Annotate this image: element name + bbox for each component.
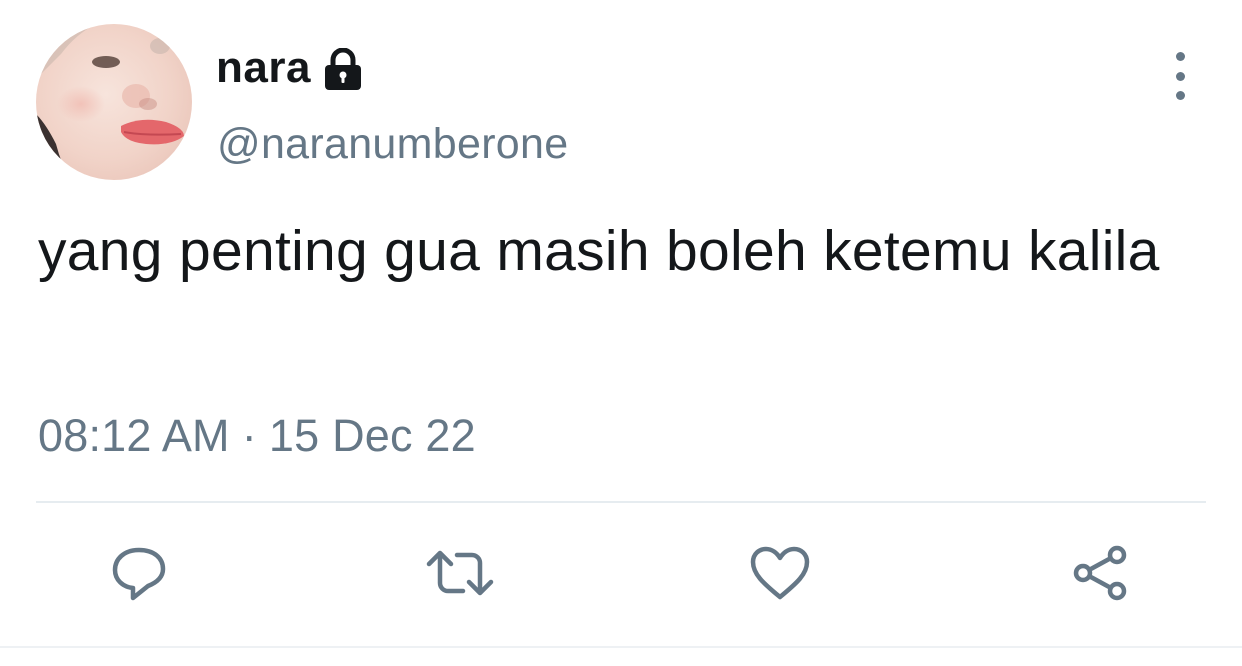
reply-icon <box>112 547 166 601</box>
display-name-row: nara <box>216 38 363 98</box>
tweet-date: 15 Dec 22 <box>268 410 476 461</box>
lock-icon <box>324 48 361 90</box>
tweet-text: yang penting gua masih boleh ketemu kali… <box>38 219 1160 283</box>
retweet-icon <box>426 550 494 596</box>
share-button[interactable] <box>1066 538 1136 608</box>
reply-button[interactable] <box>104 538 174 608</box>
timestamp-separator: · <box>241 410 257 461</box>
avatar[interactable] <box>36 24 192 180</box>
more-options-button[interactable] <box>1160 52 1200 100</box>
bottom-divider <box>0 646 1242 648</box>
heart-icon <box>750 546 810 600</box>
more-vertical-icon <box>1175 52 1185 61</box>
share-icon <box>1073 545 1127 601</box>
display-name[interactable]: nara <box>216 43 311 93</box>
tweet-timestamp[interactable]: 08:12 AM · 15 Dec 22 <box>38 410 476 462</box>
divider <box>36 501 1206 503</box>
user-handle[interactable]: @naranumberone <box>217 120 568 169</box>
retweet-button[interactable] <box>425 538 495 608</box>
like-button[interactable] <box>745 538 815 608</box>
tweet-time: 08:12 AM <box>38 410 230 461</box>
